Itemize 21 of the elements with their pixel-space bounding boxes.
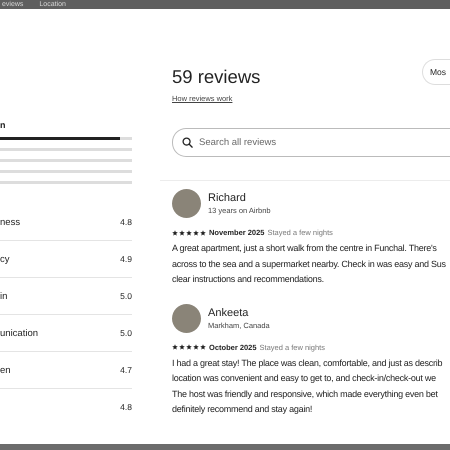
category-score: 5.0 — [120, 291, 132, 301]
category-score: 4.8 — [120, 402, 132, 412]
avatar — [172, 304, 201, 332]
category-label: in — [0, 290, 8, 302]
category-label: ness — [0, 216, 20, 228]
reviewer-name: Ankeeta — [208, 306, 250, 318]
reviews-title: 59 reviews — [172, 66, 260, 88]
category-label: en — [0, 364, 11, 376]
reviewer-name: Richard — [208, 192, 247, 204]
category-label: unication — [0, 328, 38, 338]
category-label: cy — [0, 254, 10, 264]
avatar — [172, 189, 201, 218]
category-score: 4.7 — [120, 365, 132, 375]
category-score: 4.8 — [120, 217, 132, 227]
review-text: I had a great stay! The place was clean, comfortable, and just as describ location was convenient and easy to get to, and check-in/check-out we The host was friendly and responsive, which made everything even bet definitely recommend and stay again! — [172, 356, 444, 416]
sort-button[interactable]: Mos — [422, 59, 450, 85]
review-text: A great apartment, just a short walk from the centre in Funchal. There's across to the sea and a supermarket nearby. Check in was easy and Sus clear instructions and recommendations. — [172, 242, 447, 286]
search-field[interactable]: Search all reviews — [172, 128, 450, 157]
category-score: 4.9 — [120, 254, 132, 264]
category-score: 5.0 — [120, 328, 132, 338]
rating-heading: n — [0, 119, 6, 132]
